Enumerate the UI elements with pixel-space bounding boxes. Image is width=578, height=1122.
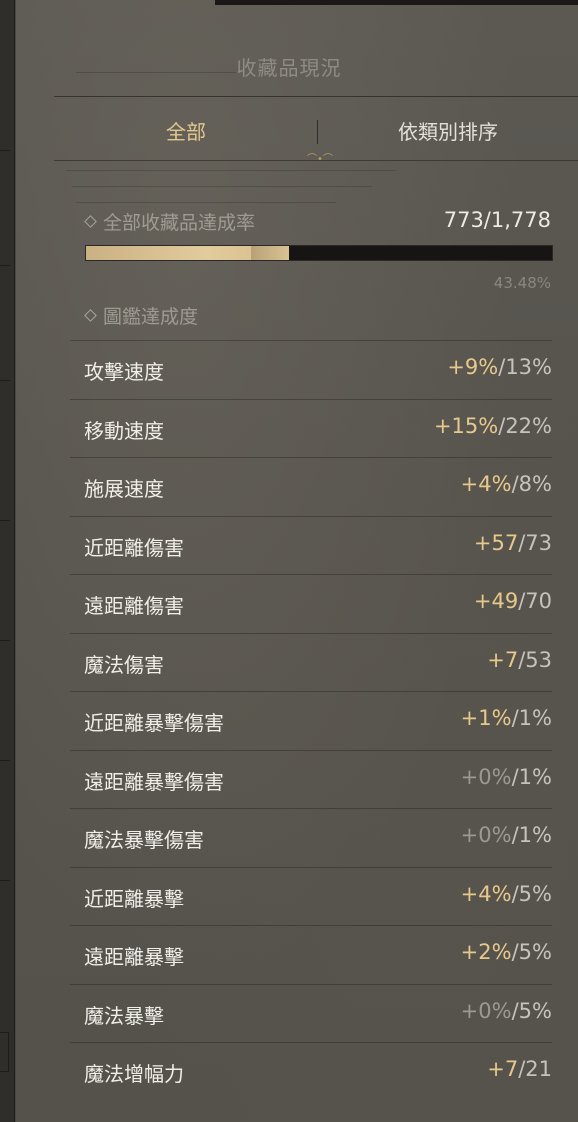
tab-bar: 全部 依類別排序 [54, 110, 578, 154]
stat-label: 近距離傷害 [84, 535, 184, 560]
stat-value: +4%/5% [460, 881, 552, 906]
stat-value: +15%/22% [433, 413, 552, 438]
stat-label: 魔法暴擊傷害 [84, 828, 204, 852]
stat-value: +7/21 [487, 1057, 552, 1081]
top-frame-bar [215, 0, 578, 5]
stat-max: 5% [518, 998, 552, 1023]
stat-row: 魔法增幅力 +7/21 [70, 1042, 552, 1101]
stat-max: 1% [518, 706, 552, 730]
stat-label: 近距離暴擊 [84, 886, 184, 911]
stat-current: +9% [447, 355, 499, 379]
stat-current: +0% [460, 998, 512, 1023]
tab-sort-by-category[interactable]: 依類別排序 [318, 110, 578, 154]
stat-max: 73 [525, 530, 552, 555]
stat-value: +4%/8% [460, 472, 552, 496]
stat-current: +2% [460, 940, 512, 964]
stat-label: 魔法傷害 [84, 652, 164, 677]
stat-label: 魔法暴擊 [84, 1003, 164, 1028]
stat-value: +0%/1% [460, 823, 552, 847]
stat-row: 移動速度 +15%/22% [70, 398, 552, 458]
stat-label: 遠距離傷害 [84, 594, 184, 618]
collection-progress-bar [85, 245, 553, 261]
ornament-icon: ⌒•⌒ [307, 154, 333, 165]
stat-max: 5% [518, 940, 552, 964]
stat-row: 魔法暴擊 +0%/5% [70, 983, 552, 1043]
stat-current: +57 [473, 530, 519, 555]
stat-list: 攻擊速度 +9%/13% 移動速度 +15%/22% 施展速度 +4%/8% 近距離傷害 +5… [70, 340, 552, 1101]
stat-value: +0%/1% [460, 764, 552, 789]
stat-current: +1% [460, 706, 512, 730]
stat-value: +49/70 [473, 589, 552, 613]
stat-max: 8% [518, 472, 552, 496]
stat-label: 遠距離暴擊 [84, 945, 184, 969]
collection-percent: 43.48% [493, 274, 551, 292]
progress-fill [86, 246, 289, 260]
stat-current: +4% [460, 881, 512, 906]
stat-max: 5% [518, 881, 552, 906]
stat-current: +49 [473, 589, 519, 613]
stat-max: 1% [518, 823, 552, 847]
divider [54, 96, 578, 97]
stat-value: +7/53 [487, 647, 552, 672]
stat-row: 遠距離暴擊 +2%/5% [70, 925, 552, 984]
collection-status-panel: 收藏品現況 全部 依類別排序 ⌒•⌒ 全部收藏品達成率 773/1,778 43… [0, 0, 578, 1122]
left-frame-bracket [0, 1032, 9, 1072]
stat-row: 近距離暴擊傷害 +1%/1% [70, 691, 552, 750]
stat-label: 魔法增幅力 [84, 1062, 184, 1086]
stat-row: 魔法暴擊傷害 +0%/1% [70, 808, 552, 867]
stat-label: 攻擊速度 [84, 360, 164, 384]
stat-value: +1%/1% [460, 706, 552, 730]
stat-current: +7 [487, 1057, 519, 1081]
stat-row: 遠距離傷害 +49/70 [70, 574, 552, 633]
stat-row: 攻擊速度 +9%/13% [70, 340, 552, 399]
stat-row: 近距離傷害 +57/73 [70, 515, 552, 575]
stat-current: +7 [487, 647, 519, 672]
tab-all[interactable]: 全部 [54, 110, 318, 154]
stat-value: +57/73 [473, 530, 552, 555]
stat-label: 近距離暴擊傷害 [84, 711, 224, 735]
stat-row: 施展速度 +4%/8% [70, 457, 552, 516]
collection-count: 773/1,778 [443, 208, 551, 232]
stat-label: 遠距離暴擊傷害 [84, 769, 224, 794]
stat-max: 70 [525, 589, 552, 613]
stat-max: 13% [505, 355, 552, 379]
panel-title: 收藏品現況 [236, 56, 342, 80]
codex-label: 圖鑑達成度 [103, 306, 199, 328]
diamond-icon [84, 215, 97, 228]
stat-max: 1% [518, 764, 552, 789]
left-frame-edge [0, 0, 15, 1122]
collection-rate-label: 全部收藏品達成率 [103, 212, 256, 234]
diamond-icon [84, 309, 97, 322]
stat-row: 遠距離暴擊傷害 +0%/1% [70, 749, 552, 809]
stat-row: 魔法傷害 +7/53 [70, 632, 552, 692]
stat-current: +0% [460, 764, 512, 789]
stat-current: +0% [460, 823, 512, 847]
stat-label: 移動速度 [84, 418, 164, 443]
stat-max: 53 [525, 647, 552, 672]
stat-value: +2%/5% [460, 940, 552, 964]
collection-rate-heading: 全部收藏品達成率 [84, 208, 256, 235]
stat-max: 21 [525, 1057, 552, 1081]
stat-max: 22% [505, 413, 552, 438]
stat-current: +4% [460, 472, 512, 496]
stat-current: +15% [433, 413, 499, 438]
codex-heading: 圖鑑達成度 [84, 302, 199, 329]
stat-value: +9%/13% [447, 355, 552, 379]
stat-row: 近距離暴擊 +4%/5% [70, 866, 552, 926]
stat-label: 施展速度 [84, 477, 164, 501]
stat-value: +0%/5% [460, 998, 552, 1023]
